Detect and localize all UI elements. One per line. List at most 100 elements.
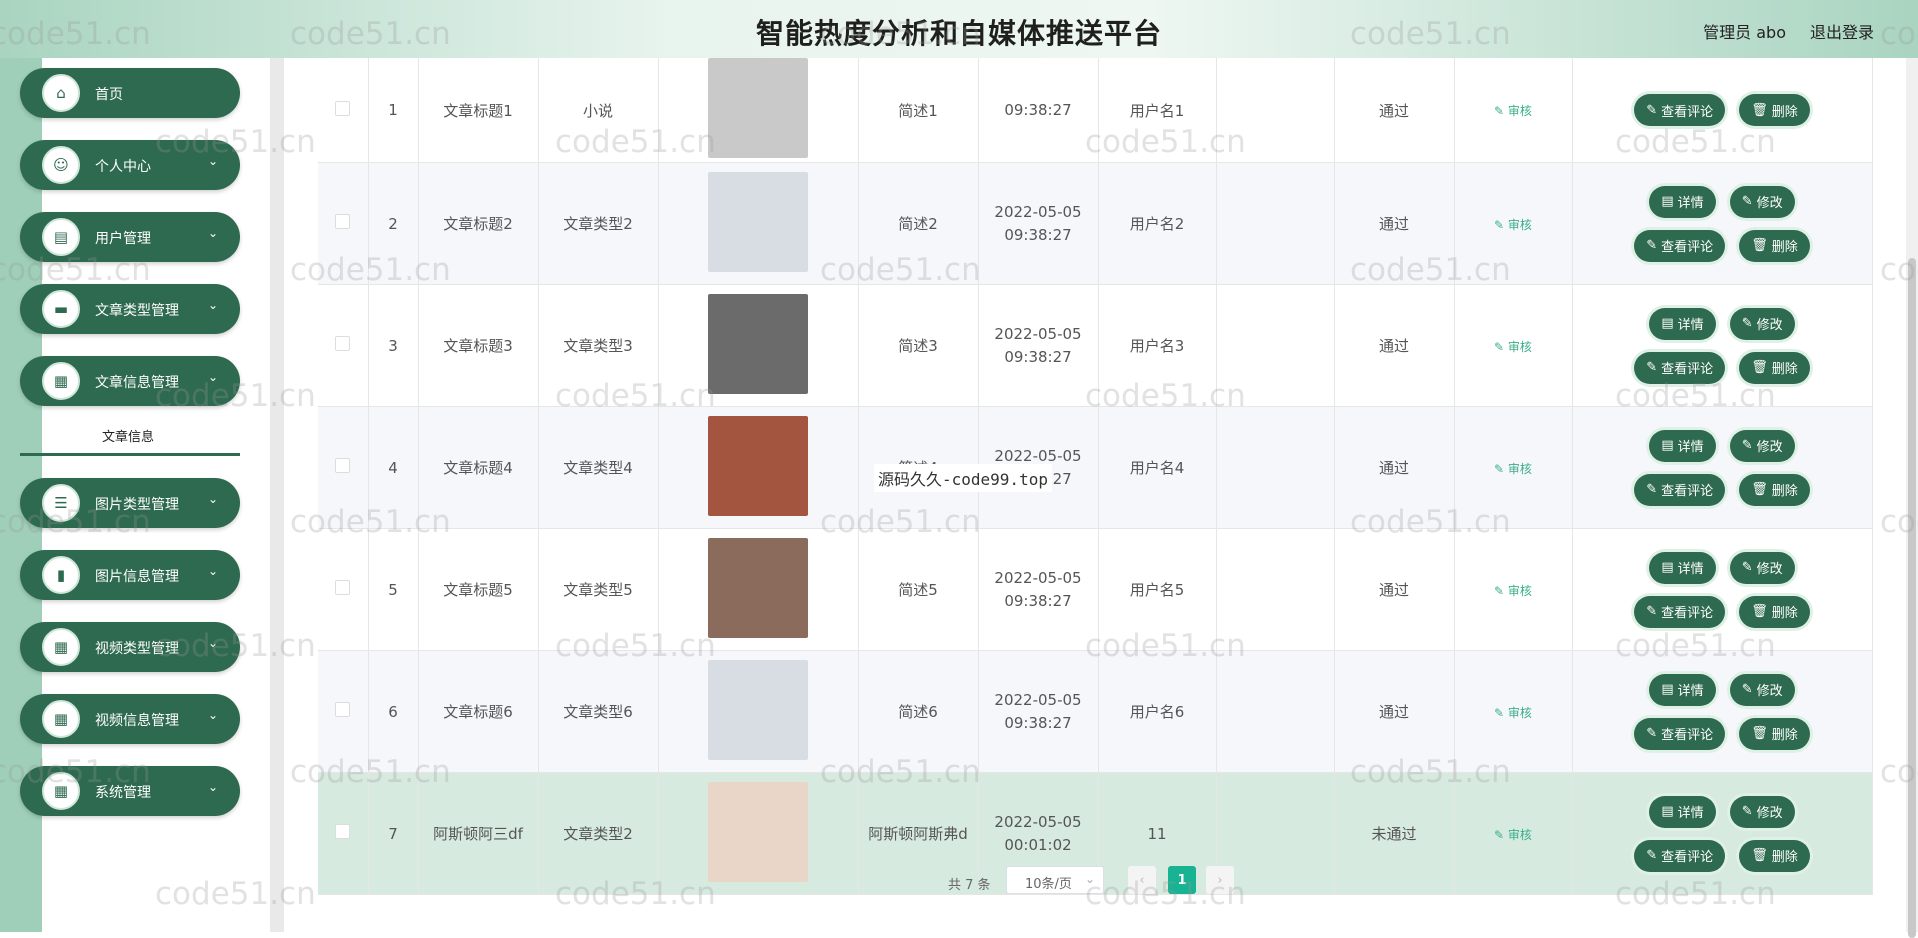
sidebar-item-label: 首页: [95, 87, 123, 103]
sidebar-item-4[interactable]: ▬ 文章类型管理 ⌄: [20, 284, 240, 334]
edit-button[interactable]: ✎ 修改: [1729, 307, 1795, 340]
sidebar-item-3[interactable]: ▤ 用户管理 ⌄: [20, 212, 240, 262]
audit-link[interactable]: ✎ 审核: [1494, 584, 1532, 598]
next-page-button[interactable]: ›: [1206, 866, 1234, 894]
sidebar-item-8[interactable]: ▦ 视频类型管理 ⌄: [20, 622, 240, 672]
table-row: 4文章标题4文章类型4简述42022-05-0509:38:27用户名4通过✎ …: [318, 406, 1873, 529]
edit-icon: ✎: [1646, 360, 1658, 375]
row-checkbox[interactable]: [335, 580, 351, 595]
chevron-down-icon: ⌄: [207, 370, 218, 384]
detail-button[interactable]: ▤ 详情: [1649, 795, 1716, 828]
publish-time: 09:38:27: [978, 58, 1099, 163]
audit-link[interactable]: ✎ 审核: [1494, 462, 1532, 476]
sidebar-item-label: 用户管理: [95, 231, 151, 247]
edit-icon: ✎: [1494, 461, 1508, 476]
edit-button[interactable]: ✎ 修改: [1729, 185, 1795, 218]
sidebar-item-1[interactable]: ⌂ 首页: [20, 68, 240, 118]
article-summary: 简述5: [858, 528, 979, 651]
delete-button[interactable]: 🗑 删除: [1739, 229, 1810, 262]
sidebar-subitem-label[interactable]: 文章信息: [102, 426, 154, 445]
publish-clock: 09:38:27: [1004, 100, 1072, 119]
delete-button[interactable]: 🗑 删除: [1739, 473, 1810, 506]
row-checkbox[interactable]: [335, 458, 351, 473]
delete-button[interactable]: 🗑 删除: [1739, 717, 1810, 750]
article-summary: 简述6: [858, 650, 979, 773]
audit-label: 审核: [1507, 583, 1532, 598]
edit-icon: ✎: [1741, 804, 1753, 819]
row-checkbox[interactable]: [335, 824, 351, 839]
sidebar-item-2[interactable]: ☺ 个人中心 ⌄: [20, 140, 240, 190]
detail-button-label: 详情: [1677, 440, 1704, 455]
view-comments-button[interactable]: ✎ 查看评论: [1634, 717, 1726, 750]
page-1-button[interactable]: 1: [1168, 866, 1196, 894]
delete-button-label: 删除: [1771, 104, 1798, 120]
view-comments-button[interactable]: ✎ 查看评论: [1634, 351, 1726, 384]
edit-icon: ✎: [1646, 238, 1658, 253]
edit-button[interactable]: ✎ 修改: [1729, 795, 1795, 828]
content-scrollbar[interactable]: [1906, 58, 1918, 938]
detail-button[interactable]: ▤ 详情: [1649, 185, 1716, 218]
monitor-icon: ▬: [42, 290, 80, 328]
delete-button[interactable]: 🗑 删除: [1739, 94, 1810, 126]
sidebar-item-10[interactable]: ▦ 系统管理 ⌄: [20, 766, 240, 816]
row-checkbox[interactable]: [335, 702, 351, 717]
audit-link[interactable]: ✎ 审核: [1494, 340, 1532, 354]
delete-button[interactable]: 🗑 删除: [1739, 839, 1810, 872]
audit-link[interactable]: ✎ 审核: [1494, 218, 1532, 232]
trash-icon: 🗑: [1751, 102, 1768, 118]
trash-icon: 🗑: [1751, 360, 1768, 375]
edit-button[interactable]: ✎ 修改: [1729, 429, 1795, 462]
article-cover-image: [708, 781, 808, 882]
view-comments-button[interactable]: ✎ 查看评论: [1634, 473, 1726, 506]
delete-button[interactable]: 🗑 删除: [1739, 595, 1810, 628]
row-checkbox[interactable]: [335, 214, 351, 229]
edit-button[interactable]: ✎ 修改: [1729, 673, 1795, 706]
sidebar-item-9[interactable]: ▦ 视频信息管理 ⌄: [20, 694, 240, 744]
sidebar-item-5[interactable]: ▦ 文章信息管理 ⌄: [20, 356, 240, 406]
audit-link[interactable]: ✎ 审核: [1494, 706, 1532, 720]
view-comments-button[interactable]: ✎ 查看评论: [1634, 94, 1726, 126]
detail-button[interactable]: ▤ 详情: [1649, 307, 1716, 340]
audit-link[interactable]: ✎ 审核: [1494, 104, 1532, 118]
delete-button-label: 删除: [1771, 606, 1798, 621]
document-icon: ▤: [1661, 804, 1674, 819]
empty-cell: [1216, 58, 1335, 163]
row-checkbox[interactable]: [335, 100, 351, 116]
sidebar-item-label: 文章信息管理: [95, 375, 179, 391]
view-comments-button[interactable]: ✎ 查看评论: [1634, 595, 1726, 628]
article-cover-image: [708, 58, 808, 158]
sidebar: ⌂ 首页 ☺ 个人中心 ⌄ ▤ 用户管理 ⌄ ▬ 文章类型管理 ⌄ ▦ 文章信息管理 ⌄ ☰ 图片类型管理 ⌄ ▮…: [0, 58, 284, 932]
delete-button-label: 删除: [1771, 484, 1798, 499]
chevron-down-icon: ⌄: [207, 636, 218, 650]
article-title: 文章标题6: [418, 650, 539, 773]
article-title: 文章标题4: [418, 406, 539, 529]
sidebar-subitem-article-info[interactable]: 文章信息: [20, 416, 240, 456]
detail-button[interactable]: ▤ 详情: [1649, 429, 1716, 462]
edit-button[interactable]: ✎ 修改: [1729, 551, 1795, 584]
chevron-down-icon: ⌄: [207, 564, 218, 578]
view-comments-button[interactable]: ✎ 查看评论: [1634, 229, 1726, 262]
view-comments-button[interactable]: ✎ 查看评论: [1634, 839, 1726, 872]
author-username: 用户名6: [1098, 650, 1217, 773]
sidebar-item-7[interactable]: ▮ 图片信息管理 ⌄: [20, 550, 240, 600]
detail-button[interactable]: ▤ 详情: [1649, 673, 1716, 706]
trash-icon: 🗑: [1751, 726, 1768, 741]
sidebar-item-6[interactable]: ☰ 图片类型管理 ⌄: [20, 478, 240, 528]
audit-link[interactable]: ✎ 审核: [1494, 828, 1532, 842]
table-row: 6 文章标题6 文章类型6 简述6 2022-05-05 09:38:27 用户名6 通过 ✎ …: [318, 650, 1873, 773]
article-type: 文章类型4: [538, 406, 659, 529]
logout-link[interactable]: 退出登录: [1810, 19, 1874, 43]
center-watermark: 源码久久-code99.top: [874, 464, 1052, 492]
prev-page-button[interactable]: ‹: [1128, 866, 1156, 894]
edit-icon: ✎: [1494, 827, 1508, 842]
delete-button[interactable]: 🗑 删除: [1739, 351, 1810, 384]
edit-icon: ✎: [1646, 102, 1658, 118]
sidebar-scrollbar[interactable]: [270, 58, 284, 932]
view-comments-button-label: 查看评论: [1661, 850, 1714, 865]
publish-date: 2022-05-05: [994, 690, 1082, 709]
page-size-select[interactable]: 10条/页 ⌄: [1006, 866, 1104, 894]
detail-button[interactable]: ▤ 详情: [1649, 551, 1716, 584]
row-checkbox[interactable]: [335, 336, 351, 351]
scrollbar-thumb[interactable]: [1908, 258, 1916, 938]
article-type: 小说: [538, 58, 659, 163]
